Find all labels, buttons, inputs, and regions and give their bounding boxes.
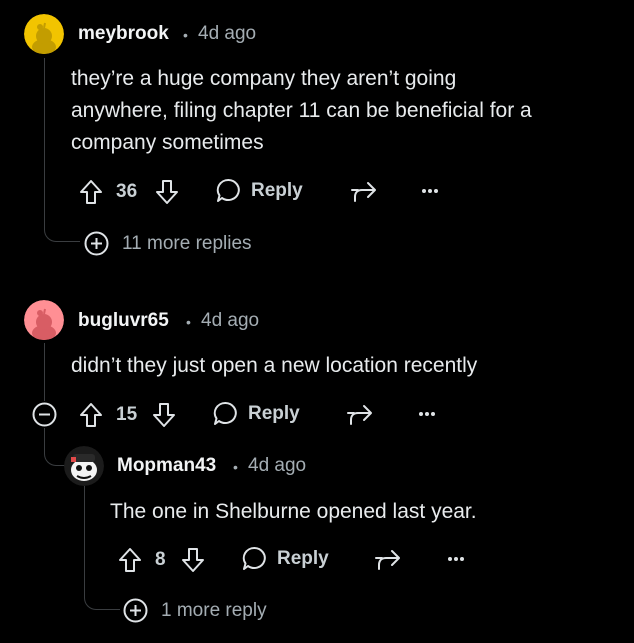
downvote-button[interactable] <box>155 178 181 206</box>
arrow-up-icon <box>119 548 141 572</box>
share-button[interactable] <box>374 548 401 572</box>
more-options-button[interactable] <box>421 188 439 194</box>
comment-body: they’re a huge company they aren’t going… <box>71 63 611 159</box>
comment-body-line: The one in Shelburne opened last year. <box>110 500 477 523</box>
avatar[interactable] <box>64 446 104 486</box>
comment-body-line: didn’t they just open a new location rec… <box>71 354 478 377</box>
avatar[interactable] <box>24 14 64 54</box>
expand-replies-button[interactable] <box>123 598 148 628</box>
timestamp: 4d ago <box>198 23 257 44</box>
reply-label: Reply <box>248 402 300 424</box>
thread-line-2 <box>44 343 45 401</box>
separator-dot: • <box>233 459 238 475</box>
comment-body: didn’t they just open a new location rec… <box>71 350 611 382</box>
ellipsis-icon <box>448 557 464 561</box>
reply-label: Reply <box>277 547 329 569</box>
separator-dot: • <box>183 27 188 43</box>
share-icon <box>375 550 400 570</box>
vote-count: 36 <box>116 181 138 202</box>
arrow-down-icon <box>182 548 204 572</box>
collapse-thread-button[interactable] <box>32 402 57 432</box>
reply-button[interactable]: Reply <box>242 546 329 571</box>
thread-curve-1 <box>44 222 80 242</box>
arrow-up-icon <box>80 180 102 204</box>
downvote-button[interactable] <box>152 401 178 429</box>
vote-count: 8 <box>155 549 166 570</box>
more-options-button[interactable] <box>418 411 436 417</box>
ellipsis-icon <box>419 412 435 416</box>
comment-body-line: company sometimes <box>71 131 264 154</box>
timestamp: 4d ago <box>248 455 307 476</box>
username[interactable]: Mopman43 <box>117 455 216 477</box>
comment-bubble-icon <box>242 546 266 570</box>
thread-line-1 <box>44 58 45 224</box>
separator-dot: • <box>186 314 191 330</box>
share-button[interactable] <box>346 403 373 427</box>
upvote-button[interactable] <box>118 546 144 574</box>
comment-body-line: anywhere, filing chapter 11 can be benef… <box>71 99 532 122</box>
thread-curve-2 <box>44 428 66 466</box>
arrow-down-icon <box>156 180 178 204</box>
username[interactable]: bugluvr65 <box>78 310 169 332</box>
share-button[interactable] <box>350 180 377 204</box>
reply-label: Reply <box>251 179 303 201</box>
thread-curve-3 <box>84 588 120 610</box>
downvote-button[interactable] <box>181 546 207 574</box>
timestamp: 4d ago <box>201 310 260 331</box>
ellipsis-icon <box>422 189 438 193</box>
reply-button[interactable]: Reply <box>213 401 300 426</box>
share-icon <box>347 405 372 425</box>
more-options-button[interactable] <box>447 556 465 562</box>
expand-replies-button[interactable] <box>84 231 109 261</box>
avatar[interactable] <box>24 300 64 340</box>
upvote-button[interactable] <box>79 401 105 429</box>
plus-circle-icon <box>123 598 148 623</box>
reply-button[interactable]: Reply <box>216 178 303 203</box>
upvote-button[interactable] <box>79 178 105 206</box>
username[interactable]: meybrook <box>78 23 169 45</box>
thread-line-3 <box>84 486 85 590</box>
more-replies-link[interactable]: 11 more replies <box>122 233 252 255</box>
comment-bubble-icon <box>216 178 240 202</box>
minus-circle-icon <box>32 402 57 427</box>
plus-circle-icon <box>84 231 109 256</box>
arrow-up-icon <box>80 403 102 427</box>
more-replies-link[interactable]: 1 more reply <box>161 600 267 622</box>
comment-bubble-icon <box>213 401 237 425</box>
arrow-down-icon <box>153 403 175 427</box>
comment-body-line: they’re a huge company they aren’t going <box>71 67 457 90</box>
share-icon <box>351 182 376 202</box>
comment-body: The one in Shelburne opened last year. <box>110 496 610 528</box>
vote-count: 15 <box>116 404 138 425</box>
